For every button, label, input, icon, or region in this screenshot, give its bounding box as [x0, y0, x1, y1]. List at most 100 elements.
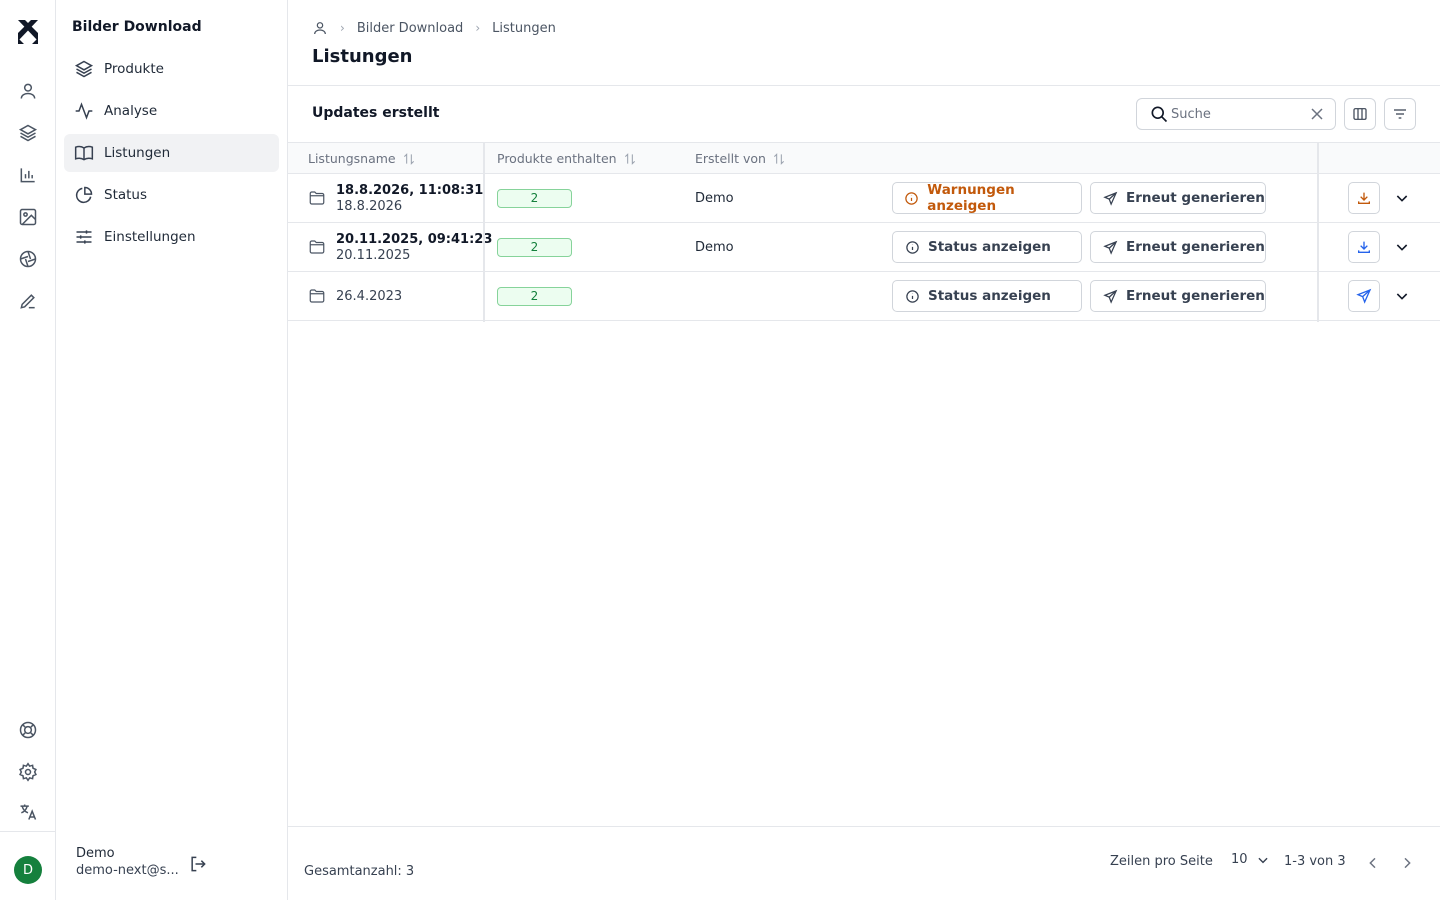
sidebar-item-analyse[interactable]: Analyse — [64, 92, 279, 130]
rows-per-page-select[interactable]: 10 — [1231, 852, 1270, 867]
regenerate-button[interactable]: Erneut generieren — [1090, 280, 1266, 312]
chevron-down-icon[interactable] — [1392, 188, 1412, 208]
expand-cell — [1392, 223, 1412, 271]
show-warnings-button[interactable]: Warnungen anzeigen — [892, 182, 1082, 214]
layers-icon[interactable] — [16, 121, 40, 145]
user-info: Demo demo-next@s... — [76, 846, 179, 878]
gear-icon[interactable] — [16, 760, 40, 784]
chevron-right-icon[interactable] — [1396, 852, 1418, 874]
sidebar-item-listungen[interactable]: Listungen — [64, 134, 279, 172]
search-box[interactable] — [1136, 98, 1336, 130]
creator-name: Demo — [695, 190, 734, 206]
chevron-left-icon[interactable] — [1362, 852, 1384, 874]
rows-per-page-value: 10 — [1231, 852, 1248, 867]
sidebar-title: Bilder Download — [72, 19, 202, 35]
creator-cell: Demo — [695, 223, 734, 271]
search-icon — [1149, 104, 1169, 124]
sidebar: Bilder Download Produkte Analyse Listung… — [56, 0, 288, 900]
image-icon[interactable] — [16, 205, 40, 229]
column-header-label: Erstellt von — [695, 151, 766, 166]
table-row[interactable]: 18.8.2026, 11:08:31 18.8.2026 2 Demo War… — [288, 174, 1440, 223]
send-icon — [1102, 288, 1118, 304]
bar-chart-icon[interactable] — [16, 163, 40, 187]
warning-info-icon — [904, 190, 919, 206]
listing-title: 20.11.2025, 09:41:23 — [336, 231, 493, 247]
column-header-label: Produkte enthalten — [497, 151, 617, 166]
download-button[interactable] — [1348, 231, 1380, 263]
column-header-creator[interactable]: Erstellt von — [695, 143, 786, 174]
filter-icon — [1392, 106, 1408, 122]
regenerate-button[interactable]: Erneut generieren — [1090, 231, 1266, 263]
send-icon — [1102, 190, 1118, 206]
chevron-right-icon: › — [475, 21, 481, 35]
layers-icon — [74, 59, 94, 79]
products-count-badge: 2 — [497, 286, 572, 306]
clear-icon[interactable] — [1309, 106, 1325, 122]
show-status-button[interactable]: Status anzeigen — [892, 280, 1082, 312]
column-divider — [1317, 142, 1319, 322]
logout-icon[interactable] — [187, 853, 209, 875]
sort-icon[interactable] — [623, 152, 637, 166]
sort-icon[interactable] — [772, 152, 786, 166]
breadcrumb: › Bilder Download › Listungen — [312, 20, 556, 36]
avatar[interactable]: D — [14, 856, 42, 884]
aperture-icon[interactable] — [16, 247, 40, 271]
sort-icon[interactable] — [402, 152, 416, 166]
listing-name-cell: 26.4.2023 — [308, 272, 402, 320]
page-title: Listungen — [312, 46, 413, 67]
sliders-icon — [74, 227, 94, 247]
pen-icon[interactable] — [16, 289, 40, 313]
breadcrumb-item[interactable]: Listungen — [492, 21, 556, 36]
send-button[interactable] — [1348, 280, 1380, 312]
column-header-products[interactable]: Produkte enthalten — [497, 143, 637, 174]
book-icon — [74, 143, 94, 163]
columns-button[interactable] — [1344, 98, 1376, 130]
row-actions-cell — [1348, 272, 1380, 320]
button-label: Erneut generieren — [1126, 239, 1265, 255]
rows-per-page-label: Zeilen pro Seite — [1110, 854, 1213, 869]
send-icon — [1356, 288, 1372, 304]
info-icon — [904, 288, 920, 304]
column-header-label: Listungsname — [308, 151, 396, 166]
total-count: Gesamtanzahl: 3 — [304, 864, 415, 879]
status-action-cell: Warnungen anzeigen — [892, 174, 1082, 222]
lifebuoy-icon[interactable] — [16, 718, 40, 742]
column-header-name[interactable]: Listungsname — [308, 143, 416, 174]
sidebar-item-produkte[interactable]: Produkte — [64, 50, 279, 88]
breadcrumb-home-icon[interactable] — [312, 20, 328, 36]
translate-icon[interactable] — [16, 800, 40, 824]
user-name: Demo — [76, 846, 115, 861]
sidebar-item-label: Einstellungen — [104, 229, 196, 245]
pagination-range: 1-3 von 3 — [1284, 854, 1346, 869]
folder-icon — [308, 287, 326, 305]
sidebar-item-status[interactable]: Status — [64, 176, 279, 214]
listing-name-cell: 18.8.2026, 11:08:31 18.8.2026 — [308, 174, 483, 222]
table-row[interactable]: 26.4.2023 2 Status anzeigen Erneut gener… — [288, 272, 1440, 321]
download-button[interactable] — [1348, 182, 1380, 214]
divider — [288, 85, 1440, 86]
creator-name: Demo — [695, 239, 734, 255]
listing-date: 18.8.2026 — [336, 198, 403, 214]
user-icon[interactable] — [16, 79, 40, 103]
search-input[interactable] — [1171, 106, 1309, 122]
button-label: Erneut generieren — [1126, 288, 1265, 304]
info-icon — [904, 239, 920, 255]
status-action-cell: Status anzeigen — [892, 272, 1082, 320]
filter-button[interactable] — [1384, 98, 1416, 130]
sidebar-item-label: Produkte — [104, 61, 164, 77]
activity-icon — [74, 101, 94, 121]
app-logo[interactable] — [16, 19, 40, 45]
sidebar-item-einstellungen[interactable]: Einstellungen — [64, 218, 279, 256]
creator-cell: Demo — [695, 174, 734, 222]
chevron-down-icon[interactable] — [1392, 237, 1412, 257]
chevron-down-icon[interactable] — [1392, 286, 1412, 306]
chevron-right-icon: › — [340, 21, 345, 35]
row-actions-cell — [1348, 174, 1380, 222]
products-count-badge: 2 — [497, 188, 572, 208]
button-label: Status anzeigen — [928, 288, 1051, 304]
show-status-button[interactable]: Status anzeigen — [892, 231, 1082, 263]
regenerate-button[interactable]: Erneut generieren — [1090, 182, 1266, 214]
table-row[interactable]: 20.11.2025, 09:41:23 20.11.2025 2 Demo S… — [288, 223, 1440, 272]
breadcrumb-item[interactable]: Bilder Download — [357, 21, 464, 36]
regen-action-cell: Erneut generieren — [1090, 174, 1266, 222]
